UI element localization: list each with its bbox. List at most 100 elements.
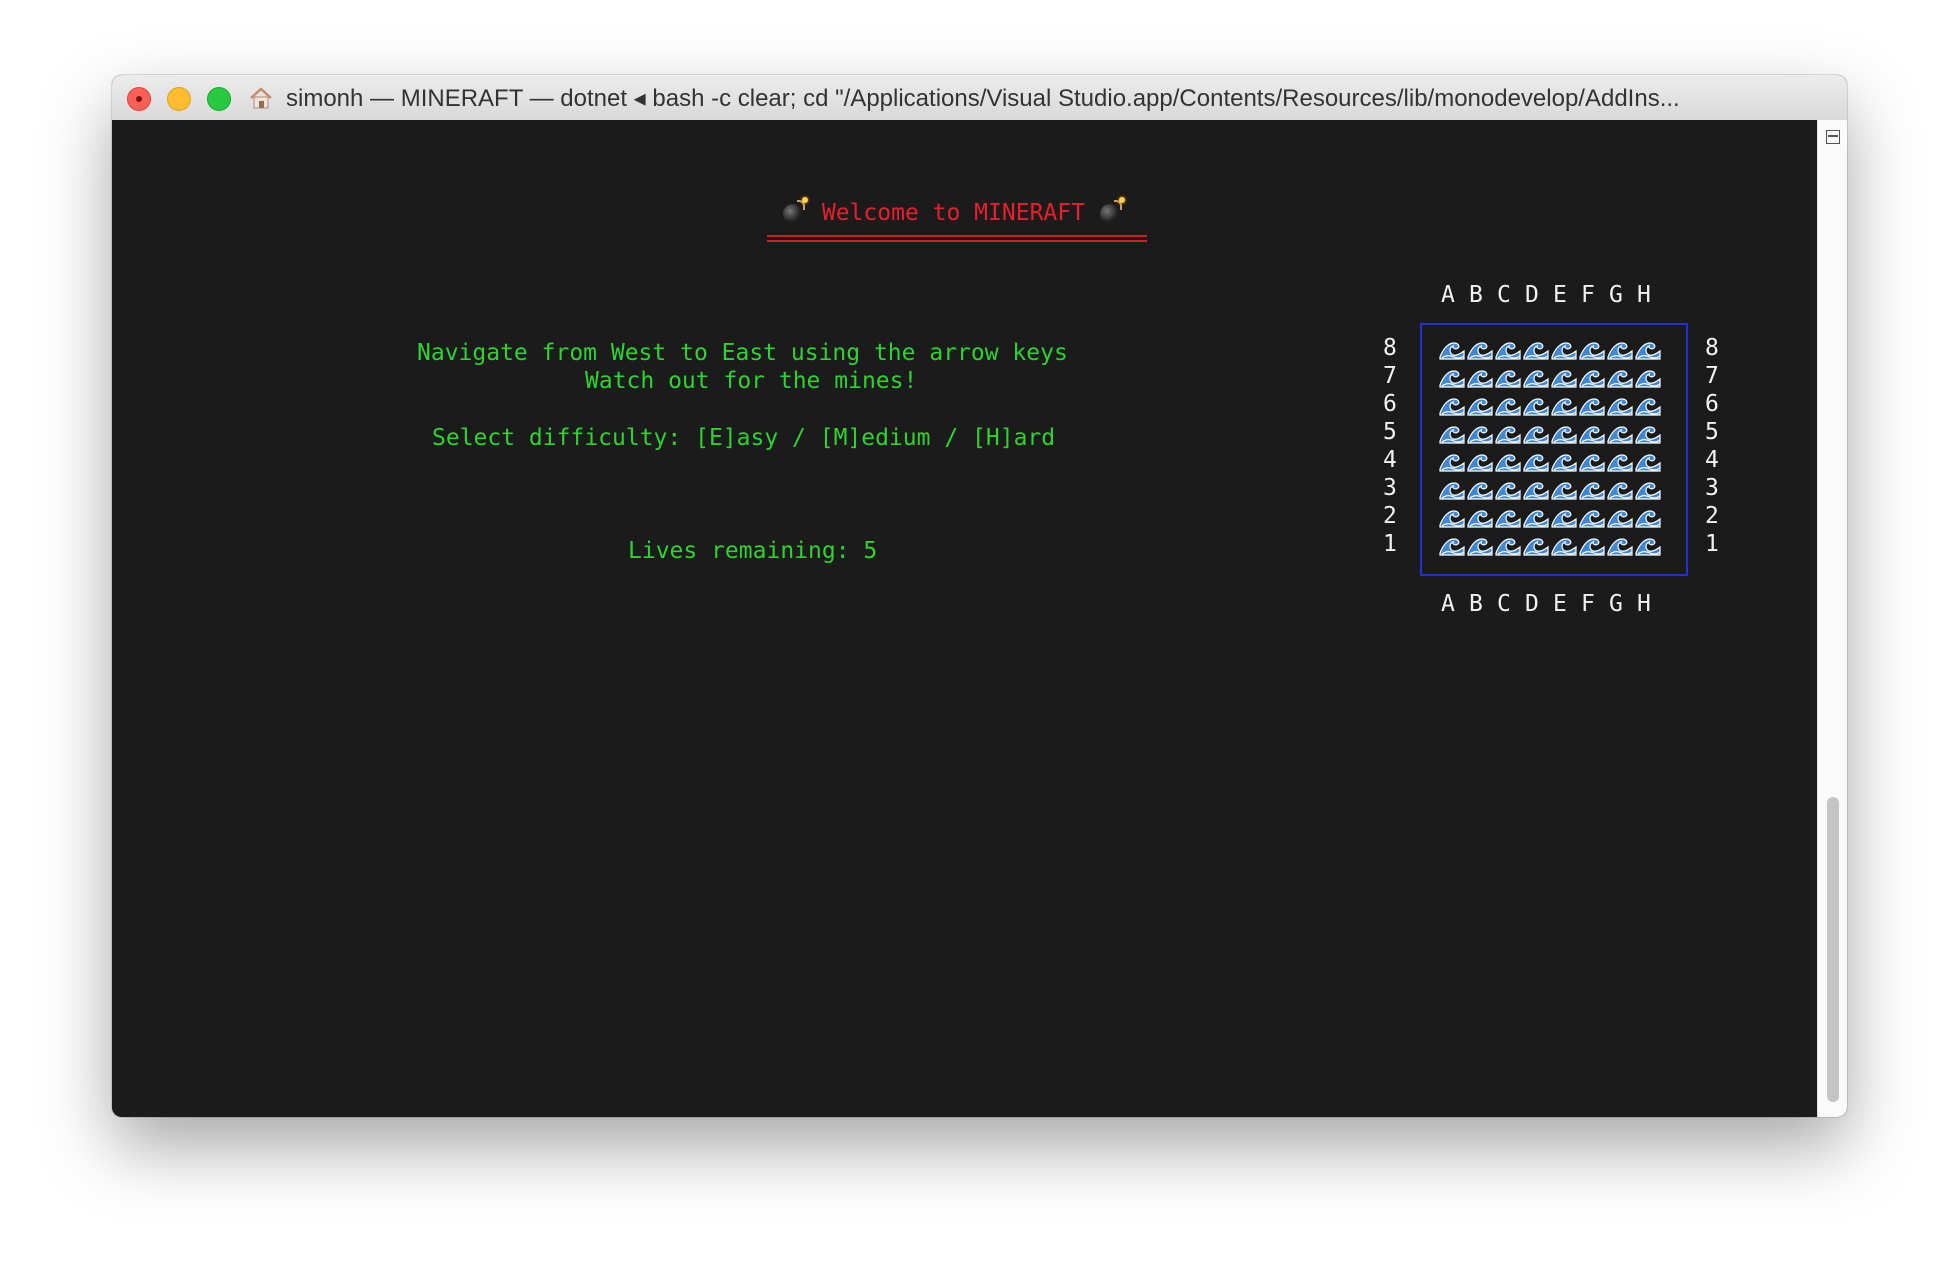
wave-icon [1551, 421, 1577, 445]
wave-icon [1607, 365, 1633, 389]
row-label-right: 1 [1705, 531, 1719, 557]
row-label-right: 5 [1705, 419, 1719, 445]
close-button[interactable] [127, 87, 151, 111]
wave-icon [1439, 533, 1465, 557]
wave-icon [1467, 533, 1493, 557]
wave-icon [1495, 505, 1521, 529]
row-label-right: 3 [1705, 475, 1719, 501]
wave-icon [1439, 477, 1465, 501]
wave-icon [1523, 505, 1549, 529]
column-label: D [1525, 591, 1539, 617]
wave-icon [1579, 393, 1605, 417]
bomb-icon [782, 197, 808, 224]
wave-icon [1635, 477, 1661, 501]
row-label-right: 7 [1705, 363, 1719, 389]
row-label-right: 2 [1705, 503, 1719, 529]
wave-icon [1495, 477, 1521, 501]
wave-icon [1579, 533, 1605, 557]
wave-icon [1439, 393, 1465, 417]
welcome-heading: Welcome to MINERAFT [782, 197, 1125, 226]
wave-icon [1607, 421, 1633, 445]
wave-icon [1551, 477, 1577, 501]
column-header-top: ABCDEFGH [1441, 282, 1665, 308]
wave-icon [1551, 505, 1577, 529]
wave-icon [1635, 365, 1661, 389]
difficulty-prompt: Select difficulty: [E]asy / [M]edium / [… [432, 425, 1056, 451]
column-label: G [1609, 591, 1623, 617]
column-label: E [1553, 282, 1567, 308]
wave-icon [1607, 449, 1633, 473]
row-label-left: 1 [1383, 531, 1397, 557]
column-label: D [1525, 282, 1539, 308]
row-label-left: 8 [1383, 335, 1397, 361]
wave-icon [1607, 505, 1633, 529]
wave-icon [1439, 449, 1465, 473]
wave-icon [1579, 449, 1605, 473]
column-label: B [1469, 591, 1483, 617]
maximize-button[interactable] [207, 87, 231, 111]
wave-icon [1523, 533, 1549, 557]
wave-icon [1495, 393, 1521, 417]
welcome-text: Welcome to MINERAFT [821, 200, 1085, 226]
wave-icon [1579, 505, 1605, 529]
column-label: F [1581, 282, 1595, 308]
row-label-left: 7 [1383, 363, 1397, 389]
column-label: H [1637, 591, 1651, 617]
wave-icon [1467, 421, 1493, 445]
terminal-window: simonh — MINERAFT — dotnet ◂ bash -c cle… [112, 75, 1847, 1117]
wave-icon [1495, 533, 1521, 557]
column-label: H [1637, 282, 1651, 308]
title-bar[interactable]: simonh — MINERAFT — dotnet ◂ bash -c cle… [112, 75, 1847, 121]
scroll-thumb[interactable] [1827, 797, 1839, 1102]
row-label-left: 6 [1383, 391, 1397, 417]
wave-icon [1495, 337, 1521, 361]
bomb-icon [1099, 197, 1125, 224]
wave-icon [1607, 337, 1633, 361]
column-label: B [1469, 282, 1483, 308]
lives-remaining: Lives remaining: 5 [628, 538, 878, 564]
wave-icon [1439, 505, 1465, 529]
column-label: A [1441, 591, 1455, 617]
wave-icon [1551, 449, 1577, 473]
row-label-right: 8 [1705, 335, 1719, 361]
wave-icon [1523, 421, 1549, 445]
wave-icon [1635, 421, 1661, 445]
row-label-left: 4 [1383, 447, 1397, 473]
wave-icon [1523, 337, 1549, 361]
wave-icon [1607, 533, 1633, 557]
wave-icon [1467, 393, 1493, 417]
wave-icon [1635, 393, 1661, 417]
wave-icon [1467, 337, 1493, 361]
column-label: F [1581, 591, 1595, 617]
wave-icon [1579, 421, 1605, 445]
terminal-content[interactable]: Welcome to MINERAFT Navigate from West t… [112, 120, 1817, 1117]
wave-icon [1467, 505, 1493, 529]
wave-icon [1495, 449, 1521, 473]
scrollbar[interactable] [1817, 120, 1847, 1117]
wave-icon [1467, 365, 1493, 389]
row-label-left: 5 [1383, 419, 1397, 445]
column-label: C [1497, 282, 1511, 308]
wave-icon [1579, 365, 1605, 389]
split-pane-icon[interactable] [1826, 130, 1840, 144]
row-label-left: 3 [1383, 475, 1397, 501]
column-label: C [1497, 591, 1511, 617]
wave-icon [1523, 365, 1549, 389]
wave-icon [1439, 421, 1465, 445]
instruction-line-1: Navigate from West to East using the arr… [417, 340, 1068, 366]
row-label-right: 6 [1705, 391, 1719, 417]
column-label: G [1609, 282, 1623, 308]
column-header-bottom: ABCDEFGH [1441, 591, 1665, 617]
wave-icon [1495, 421, 1521, 445]
title-underline [767, 235, 1147, 237]
wave-icon [1579, 477, 1605, 501]
wave-icon [1635, 337, 1661, 361]
wave-icon [1439, 337, 1465, 361]
row-label-right: 4 [1705, 447, 1719, 473]
wave-icon [1607, 477, 1633, 501]
wave-icon [1495, 365, 1521, 389]
wave-icon [1523, 477, 1549, 501]
home-icon [250, 87, 272, 109]
minimize-button[interactable] [167, 87, 191, 111]
column-label: E [1553, 591, 1567, 617]
